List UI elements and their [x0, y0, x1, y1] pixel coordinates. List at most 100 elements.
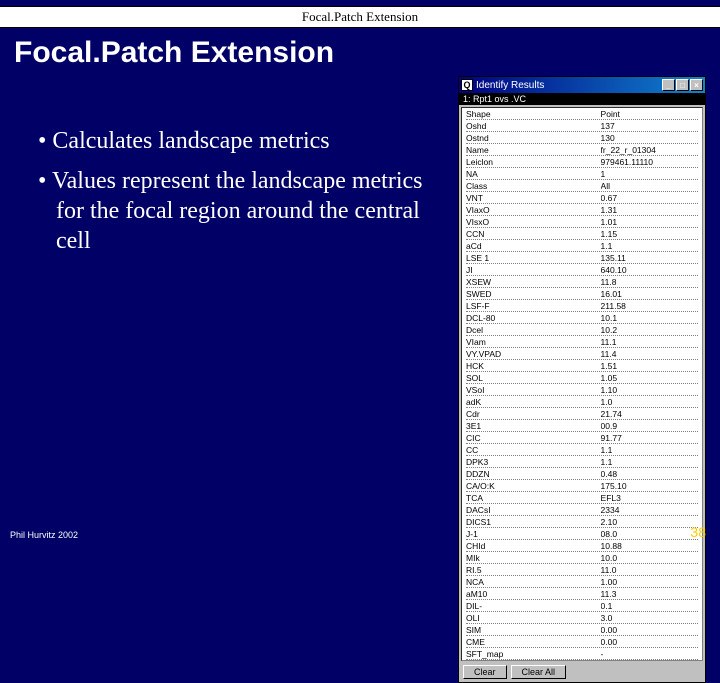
close-button[interactable]: ×	[690, 79, 703, 91]
result-row[interactable]: SIM0.00	[466, 624, 698, 636]
result-value: 1.1	[601, 457, 698, 467]
result-key: DCL-80	[466, 313, 601, 323]
result-row[interactable]: OLI3.0	[466, 612, 698, 624]
result-key: aM10	[466, 589, 601, 599]
result-row[interactable]: VIam11.1	[466, 336, 698, 348]
result-row[interactable]: CME0.00	[466, 636, 698, 648]
result-key: adK	[466, 397, 601, 407]
bullet-list: Calculates landscape metrics Values repr…	[14, 76, 446, 683]
result-key: Cdr	[466, 409, 601, 419]
result-row[interactable]: SOL1.05	[466, 372, 698, 384]
header-text: Focal.Patch Extension	[302, 9, 418, 24]
result-row[interactable]: Dcel10.2	[466, 324, 698, 336]
result-row[interactable]: DICS12.10	[466, 516, 698, 528]
result-row[interactable]: Cdr21.74	[466, 408, 698, 420]
result-row[interactable]: SWED16.01	[466, 288, 698, 300]
result-value: 2334	[601, 505, 698, 515]
clear-button[interactable]: Clear	[463, 665, 507, 679]
result-row[interactable]: Oshd137	[466, 120, 698, 132]
result-value: All	[601, 181, 698, 191]
result-row[interactable]: Ostnd130	[466, 132, 698, 144]
result-row[interactable]: VSoI1.10	[466, 384, 698, 396]
result-row[interactable]: NCA1.00	[466, 576, 698, 588]
result-value: 1.0	[601, 397, 698, 407]
result-row[interactable]: SFT_map-	[466, 648, 698, 660]
result-row[interactable]: CCN1.15	[466, 228, 698, 240]
result-row[interactable]: MIk10.0	[466, 552, 698, 564]
result-value: 11.8	[601, 277, 698, 287]
result-row[interactable]: JI640.10	[466, 264, 698, 276]
result-row[interactable]: 3E100.9	[466, 420, 698, 432]
result-key: DICS1	[466, 517, 601, 527]
result-row[interactable]: aCd1.1	[466, 240, 698, 252]
result-row[interactable]: CIC91.77	[466, 432, 698, 444]
result-key: MIk	[466, 553, 601, 563]
minimize-button[interactable]: _	[662, 79, 675, 91]
titlebar[interactable]: Q Identify Results _ □ ×	[459, 77, 705, 93]
result-row[interactable]: J-108.0	[466, 528, 698, 540]
result-key: NCA	[466, 577, 601, 587]
result-row[interactable]: DACsI2334	[466, 504, 698, 516]
result-key: CCN	[466, 229, 601, 239]
bullet-item: Values represent the landscape metrics f…	[38, 166, 446, 256]
result-row[interactable]: TCAEFL3	[466, 492, 698, 504]
maximize-button[interactable]: □	[676, 79, 689, 91]
result-value: 979461.11110	[601, 157, 698, 167]
result-row[interactable]: aM1011.3	[466, 588, 698, 600]
result-row[interactable]: CHId10.88	[466, 540, 698, 552]
result-row[interactable]: CA/O:K175.10	[466, 480, 698, 492]
result-value: 11.0	[601, 565, 698, 575]
result-row[interactable]: VIsxO1.01	[466, 216, 698, 228]
result-value: 3.0	[601, 613, 698, 623]
results-subhead: 1: Rpt1 ovs .VC	[459, 93, 705, 105]
result-row[interactable]: DIL-0.1	[466, 600, 698, 612]
result-key: Shape	[466, 109, 601, 119]
result-value: 1.15	[601, 229, 698, 239]
result-row[interactable]: VIaxO1.31	[466, 204, 698, 216]
result-row[interactable]: adK1.0	[466, 396, 698, 408]
slide-title: Focal.Patch Extension	[0, 28, 720, 76]
result-key: CIC	[466, 433, 601, 443]
result-value: 0.1	[601, 601, 698, 611]
result-row[interactable]: Leiclon979461.11110	[466, 156, 698, 168]
result-row[interactable]: RI.511.0	[466, 564, 698, 576]
result-value: fr_22_r_01304	[601, 145, 698, 155]
result-row[interactable]: DPK31.1	[466, 456, 698, 468]
result-row[interactable]: HCK1.51	[466, 360, 698, 372]
identify-results-window: Q Identify Results _ □ × 1: Rpt1 ovs .VC…	[458, 76, 706, 683]
footer-author: Phil Hurvitz 2002	[10, 530, 78, 540]
result-row[interactable]: NA1	[466, 168, 698, 180]
clear-all-button[interactable]: Clear All	[511, 665, 567, 679]
result-key: Class	[466, 181, 601, 191]
result-key: VIsxO	[466, 217, 601, 227]
result-key: CME	[466, 637, 601, 647]
result-row[interactable]: DCL-8010.1	[466, 312, 698, 324]
result-value: 1.05	[601, 373, 698, 383]
result-row[interactable]: VNT0.67	[466, 192, 698, 204]
result-row[interactable]: ClassAll	[466, 180, 698, 192]
result-row[interactable]: DDZN0.48	[466, 468, 698, 480]
app-icon: Q	[461, 79, 473, 91]
result-key: TCA	[466, 493, 601, 503]
result-row[interactable]: LSE 1135.11	[466, 252, 698, 264]
button-bar: Clear Clear All	[459, 663, 705, 682]
results-list[interactable]: ShapePointOshd137Ostnd130Namefr_22_r_013…	[461, 107, 703, 661]
result-key: SWED	[466, 289, 601, 299]
result-row[interactable]: Namefr_22_r_01304	[466, 144, 698, 156]
result-key: JI	[466, 265, 601, 275]
result-key: SOL	[466, 373, 601, 383]
result-row[interactable]: XSEW11.8	[466, 276, 698, 288]
result-value: 1.00	[601, 577, 698, 587]
result-row[interactable]: ShapePoint	[466, 108, 698, 120]
result-row[interactable]: CC1.1	[466, 444, 698, 456]
result-row[interactable]: LSF-F211.58	[466, 300, 698, 312]
result-key: VY.VPAD	[466, 349, 601, 359]
result-row[interactable]: VY.VPAD11.4	[466, 348, 698, 360]
result-value: 1.1	[601, 445, 698, 455]
result-value: 91.77	[601, 433, 698, 443]
result-value: 00.9	[601, 421, 698, 431]
result-value: 1.1	[601, 241, 698, 251]
result-value: 11.4	[601, 349, 698, 359]
result-value: 0.00	[601, 625, 698, 635]
result-key: HCK	[466, 361, 601, 371]
